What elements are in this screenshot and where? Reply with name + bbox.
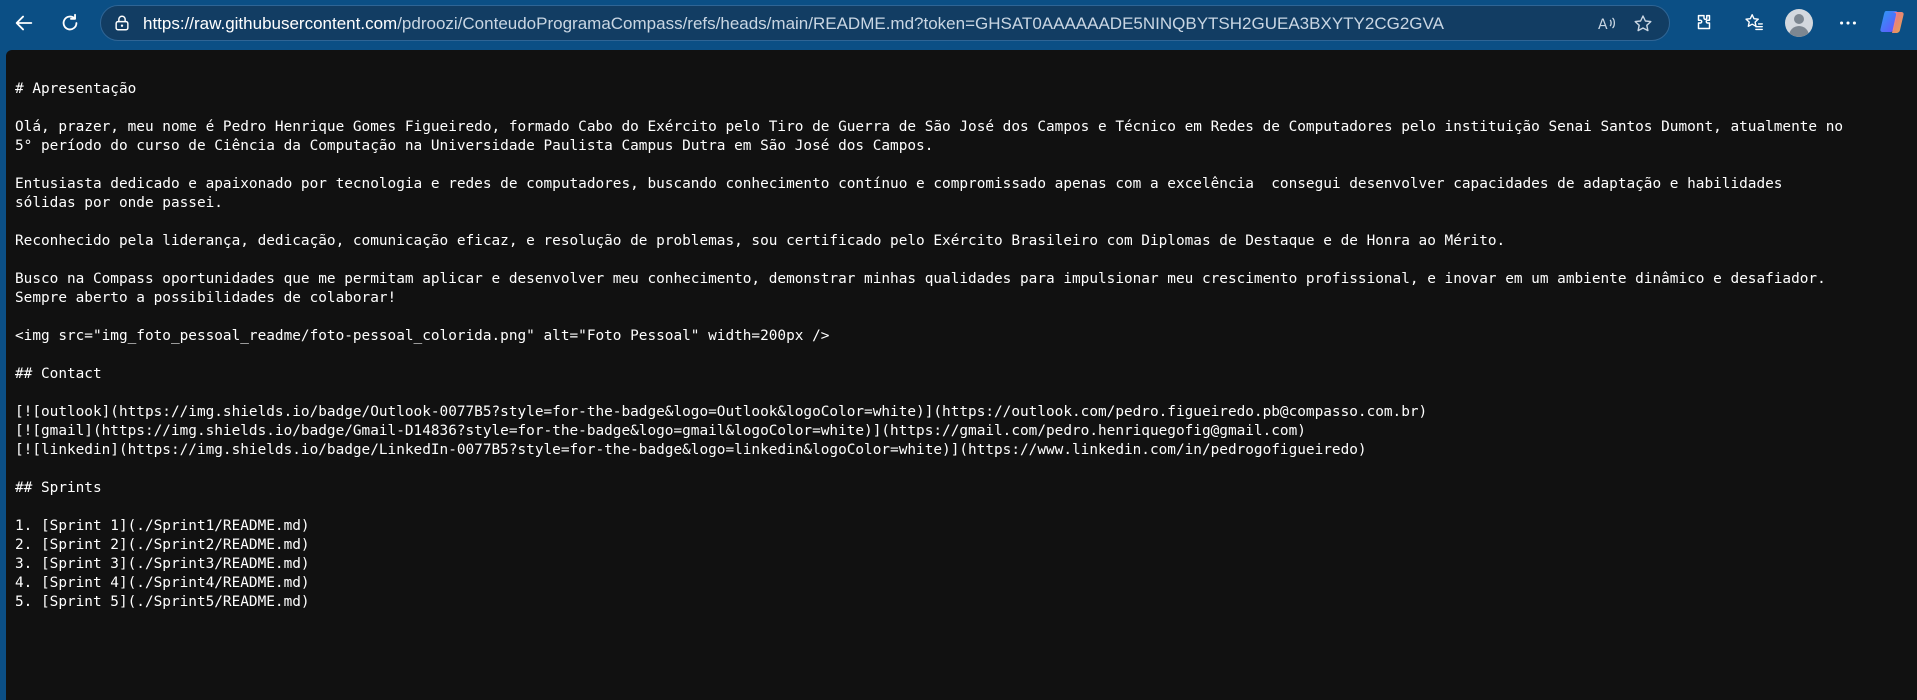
more-icon bbox=[1840, 21, 1856, 25]
text-line bbox=[15, 460, 1843, 479]
text-line: Busco na Compass oportunidades que me pe… bbox=[15, 271, 1826, 287]
text-line: sólidas por onde passei. bbox=[15, 195, 223, 211]
copilot-icon[interactable] bbox=[1878, 7, 1908, 37]
text-line: ## Sprints bbox=[15, 480, 102, 496]
browser-toolbar: https://raw.githubusercontent.com/pdrooz… bbox=[0, 0, 1917, 46]
more-button[interactable] bbox=[1832, 7, 1864, 39]
text-line bbox=[15, 498, 1843, 517]
read-aloud-button[interactable]: A bbox=[1595, 12, 1619, 36]
back-arrow-icon bbox=[15, 15, 33, 31]
text-line: [![gmail](https://img.shields.io/badge/G… bbox=[15, 423, 1306, 439]
refresh-icon bbox=[62, 13, 78, 31]
lock-icon[interactable] bbox=[113, 14, 131, 32]
text-line bbox=[15, 156, 1843, 175]
avatar-head bbox=[1794, 14, 1804, 24]
text-line: 5. [Sprint 5](./Sprint5/README.md) bbox=[15, 594, 310, 610]
text-line: ## Contact bbox=[15, 366, 102, 382]
text-line: 1. [Sprint 1](./Sprint1/README.md) bbox=[15, 518, 310, 534]
text-line: # Apresentação bbox=[15, 81, 137, 97]
text-line: [![linkedin](https://img.shields.io/badg… bbox=[15, 442, 1367, 458]
text-line: 2. [Sprint 2](./Sprint2/README.md) bbox=[15, 537, 310, 553]
refresh-button[interactable] bbox=[54, 7, 86, 39]
address-bar[interactable]: https://raw.githubusercontent.com/pdrooz… bbox=[100, 5, 1670, 41]
avatar[interactable] bbox=[1785, 9, 1813, 37]
star-icon bbox=[1634, 15, 1652, 32]
favorites-icon bbox=[1745, 14, 1763, 31]
text-line: [![outlook](https://img.shields.io/badge… bbox=[15, 404, 1428, 420]
url-text[interactable]: https://raw.githubusercontent.com/pdrooz… bbox=[143, 14, 1444, 34]
text-line: Sempre aberto a possibilidades de colabo… bbox=[15, 290, 397, 306]
avatar-body bbox=[1789, 26, 1809, 37]
document-viewport[interactable]: # Apresentação Olá, prazer, meu nome é Pe… bbox=[6, 50, 1917, 700]
text-line: Entusiasta dedicado e apaixonado por tec… bbox=[15, 176, 1783, 192]
text-line: Olá, prazer, meu nome é Pedro Henrique G… bbox=[15, 119, 1844, 135]
extensions-button[interactable] bbox=[1688, 7, 1720, 39]
text-line bbox=[15, 308, 1843, 327]
text-line: <img src="img_foto_pessoal_readme/foto-p… bbox=[15, 328, 830, 344]
text-line bbox=[15, 384, 1843, 403]
url-host: https://raw.githubusercontent.com bbox=[143, 14, 398, 33]
read-aloud-icon: A bbox=[1598, 17, 1616, 33]
text-line bbox=[15, 213, 1843, 232]
svg-text:A: A bbox=[1598, 17, 1608, 33]
text-line bbox=[15, 251, 1843, 270]
puzzle-icon bbox=[1697, 14, 1711, 30]
text-line: Reconhecido pela liderança, dedicação, c… bbox=[15, 233, 1506, 249]
text-line: 5° período do curso de Ciência da Comput… bbox=[15, 138, 934, 154]
text-line: 4. [Sprint 4](./Sprint4/README.md) bbox=[15, 575, 310, 591]
text-line bbox=[15, 346, 1843, 365]
url-path: /pdroozi/ConteudoProgramaCompass/refs/he… bbox=[397, 14, 1444, 33]
readme-source-text: # Apresentação Olá, prazer, meu nome é Pe… bbox=[15, 80, 1843, 612]
favorite-button[interactable] bbox=[1631, 12, 1655, 36]
text-line bbox=[15, 99, 1843, 118]
back-button[interactable] bbox=[8, 7, 40, 39]
text-line: 3. [Sprint 3](./Sprint3/README.md) bbox=[15, 556, 310, 572]
favorites-button[interactable] bbox=[1738, 7, 1770, 39]
